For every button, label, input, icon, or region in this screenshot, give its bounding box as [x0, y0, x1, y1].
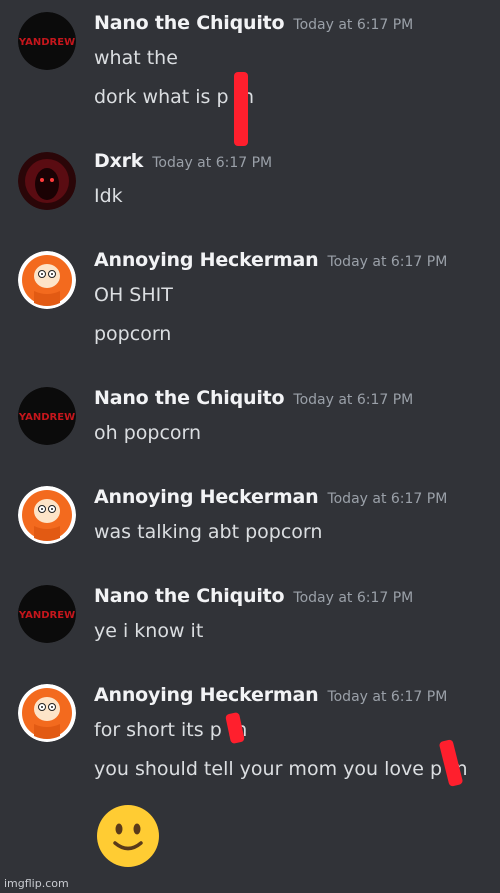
- svg-text:YANDREW: YANDREW: [18, 37, 75, 48]
- message-text: Idk: [94, 185, 123, 207]
- svg-text:YANDREW: YANDREW: [18, 412, 75, 423]
- yandrew-avatar-icon: YANDREW: [18, 387, 76, 445]
- message-text: popcorn: [94, 323, 172, 345]
- watermark: imgflip.com: [4, 877, 69, 890]
- username[interactable]: Annoying Heckerman: [94, 249, 319, 271]
- username[interactable]: Nano the Chiquito: [94, 585, 285, 607]
- user-avatar[interactable]: [18, 152, 76, 210]
- message-text: dork what is p rn: [94, 86, 255, 108]
- message-header: Annoying Heckerman Today at 6:17 PM: [94, 486, 447, 508]
- message-header: Nano the Chiquito Today at 6:17 PM: [94, 387, 413, 409]
- timestamp: Today at 6:17 PM: [293, 392, 414, 408]
- user-avatar[interactable]: YANDREW: [18, 12, 76, 70]
- message-text: ye i know it: [94, 620, 204, 642]
- message-text: you should tell your mom you love p rn: [94, 758, 468, 780]
- timestamp: Today at 6:17 PM: [152, 155, 273, 171]
- message-text: oh popcorn: [94, 422, 202, 444]
- message-text: what the: [94, 47, 178, 69]
- user-avatar[interactable]: [18, 684, 76, 742]
- kenny-avatar-icon: [18, 684, 76, 742]
- timestamp: Today at 6:17 PM: [327, 689, 448, 705]
- yandrew-avatar-icon: YANDREW: [18, 585, 76, 643]
- message-header: Nano the Chiquito Today at 6:17 PM: [94, 585, 413, 607]
- censor-mark: [234, 72, 248, 146]
- svg-text:YANDREW: YANDREW: [18, 610, 75, 621]
- message-header: Annoying Heckerman Today at 6:17 PM: [94, 684, 447, 706]
- message-text: for short its p rn: [94, 719, 248, 741]
- username[interactable]: Nano the Chiquito: [94, 12, 285, 34]
- timestamp: Today at 6:17 PM: [293, 590, 414, 606]
- timestamp: Today at 6:17 PM: [293, 17, 414, 33]
- username[interactable]: Nano the Chiquito: [94, 387, 285, 409]
- yandrew-avatar-icon: YANDREW: [18, 12, 76, 70]
- dxrk-avatar-icon: [18, 152, 76, 210]
- user-avatar[interactable]: [18, 251, 76, 309]
- timestamp: Today at 6:17 PM: [327, 254, 448, 270]
- username[interactable]: Annoying Heckerman: [94, 684, 319, 706]
- slightly-smiling-face-icon: [97, 805, 159, 867]
- message-header: Annoying Heckerman Today at 6:17 PM: [94, 249, 447, 271]
- kenny-avatar-icon: [18, 251, 76, 309]
- user-avatar[interactable]: [18, 486, 76, 544]
- user-avatar[interactable]: YANDREW: [18, 387, 76, 445]
- message-header: Dxrk Today at 6:17 PM: [94, 150, 272, 172]
- timestamp: Today at 6:17 PM: [327, 491, 448, 507]
- message-text: OH SHIT: [94, 284, 173, 306]
- message-header: Nano the Chiquito Today at 6:17 PM: [94, 12, 413, 34]
- kenny-avatar-icon: [18, 486, 76, 544]
- message-text: was talking abt popcorn: [94, 521, 323, 543]
- user-avatar[interactable]: YANDREW: [18, 585, 76, 643]
- username[interactable]: Dxrk: [94, 150, 143, 172]
- username[interactable]: Annoying Heckerman: [94, 486, 319, 508]
